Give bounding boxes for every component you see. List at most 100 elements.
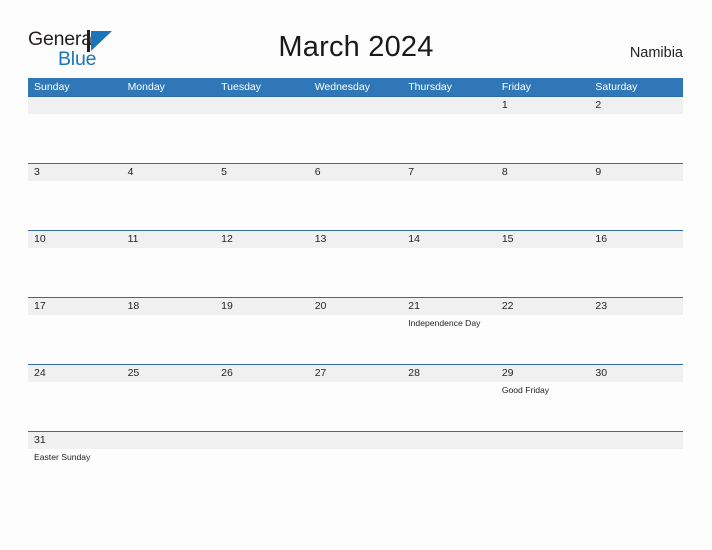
day-cell[interactable]: 20	[309, 298, 403, 364]
day-cell[interactable]	[309, 97, 403, 163]
day-event	[595, 181, 683, 183]
day-number	[128, 432, 216, 449]
day-event	[34, 315, 122, 317]
day-event	[315, 114, 403, 116]
day-number: 8	[501, 166, 508, 178]
day-cell[interactable]: 6	[309, 164, 403, 230]
day-event	[315, 382, 403, 384]
day-event	[128, 382, 216, 384]
day-header-monday: Monday	[127, 81, 165, 93]
day-event	[408, 114, 496, 116]
day-cell[interactable]: 17	[28, 298, 122, 364]
day-number: 5	[221, 166, 227, 178]
calendar-grid: Sunday Monday Tuesday Wednesday Thursday…	[28, 78, 683, 498]
day-cell[interactable]: 25	[122, 365, 216, 431]
day-event	[128, 315, 216, 317]
day-event	[34, 248, 122, 250]
day-cell[interactable]: 31 Easter Sunday	[28, 432, 122, 498]
day-cell[interactable]: 19	[215, 298, 309, 364]
day-event	[128, 248, 216, 250]
day-cell[interactable]: 5	[215, 164, 309, 230]
day-header-tuesday: Tuesday	[221, 81, 262, 93]
calendar-week-row: 1 2	[28, 96, 683, 163]
day-cell[interactable]: 2	[589, 97, 683, 163]
day-cell[interactable]	[122, 97, 216, 163]
day-cell[interactable]	[589, 432, 683, 498]
day-cell[interactable]: 13	[309, 231, 403, 297]
day-cell[interactable]: 4	[122, 164, 216, 230]
day-cell[interactable]: 22	[496, 298, 590, 364]
day-cell[interactable]: 29 Good Friday	[496, 365, 590, 431]
day-header-wednesday: Wednesday	[314, 81, 370, 93]
day-number: 21	[408, 300, 420, 312]
day-cell[interactable]: 30	[589, 365, 683, 431]
day-cell[interactable]	[215, 97, 309, 163]
day-cell[interactable]: 12	[215, 231, 309, 297]
day-cell[interactable]	[402, 97, 496, 163]
day-number	[221, 97, 309, 114]
day-number: 4	[127, 166, 134, 178]
day-cell[interactable]: 7	[402, 164, 496, 230]
day-number	[502, 432, 590, 449]
day-cell[interactable]: 28	[402, 365, 496, 431]
day-cell[interactable]	[28, 97, 122, 163]
day-header-sunday: Sunday	[34, 81, 70, 93]
day-number	[408, 97, 496, 114]
day-number: 28	[408, 367, 420, 379]
day-number: 2	[595, 99, 602, 111]
day-cell[interactable]: 1	[496, 97, 590, 163]
day-cell[interactable]: 14	[402, 231, 496, 297]
calendar-week-row: 31 Easter Sunday	[28, 431, 683, 498]
day-number: 31	[34, 434, 46, 446]
day-event	[128, 449, 216, 451]
day-number	[128, 97, 216, 114]
day-number	[315, 97, 403, 114]
day-cell[interactable]: 3	[28, 164, 122, 230]
day-cell[interactable]: 27	[309, 365, 403, 431]
day-event	[595, 382, 683, 384]
day-number: 25	[127, 367, 140, 379]
day-cell[interactable]: 21 Independence Day	[402, 298, 496, 364]
page-header: General Blue March 2024 Namibia	[0, 0, 712, 78]
day-number: 16	[595, 233, 608, 245]
day-number: 12	[221, 233, 233, 245]
day-event	[408, 248, 496, 250]
day-cell[interactable]: 11	[122, 231, 216, 297]
day-number: 18	[127, 300, 140, 312]
day-cell[interactable]	[496, 432, 590, 498]
day-cell[interactable]: 10	[28, 231, 122, 297]
day-cell[interactable]	[309, 432, 403, 498]
day-event	[221, 382, 309, 384]
day-cell[interactable]: 18	[122, 298, 216, 364]
day-cell[interactable]: 15	[496, 231, 590, 297]
day-number: 14	[408, 233, 420, 245]
day-cell[interactable]: 8	[496, 164, 590, 230]
day-cell[interactable]: 24	[28, 365, 122, 431]
day-number: 23	[595, 300, 608, 312]
day-cell[interactable]: 16	[589, 231, 683, 297]
day-event	[408, 449, 496, 451]
day-cell[interactable]: 23	[589, 298, 683, 364]
calendar-week-row: 24 25 26 27 28 29 Good Friday 30	[28, 364, 683, 431]
day-cell[interactable]	[402, 432, 496, 498]
day-event	[502, 248, 590, 250]
day-event	[128, 114, 216, 116]
day-number: 17	[34, 300, 46, 312]
day-number	[34, 97, 122, 114]
day-event	[315, 181, 403, 183]
day-cell[interactable]	[215, 432, 309, 498]
region-label: Namibia	[629, 45, 683, 61]
day-event	[502, 449, 590, 451]
day-cell[interactable]: 9	[589, 164, 683, 230]
day-number: 6	[314, 166, 321, 178]
day-cell[interactable]: 26	[215, 365, 309, 431]
day-header-thursday: Thursday	[408, 81, 453, 93]
day-event	[315, 248, 403, 250]
day-event	[221, 181, 309, 183]
day-number: 9	[595, 166, 602, 178]
day-event	[408, 181, 496, 183]
day-cell[interactable]	[122, 432, 216, 498]
day-event	[128, 181, 216, 183]
day-event	[408, 382, 496, 384]
day-number: 19	[221, 300, 233, 312]
